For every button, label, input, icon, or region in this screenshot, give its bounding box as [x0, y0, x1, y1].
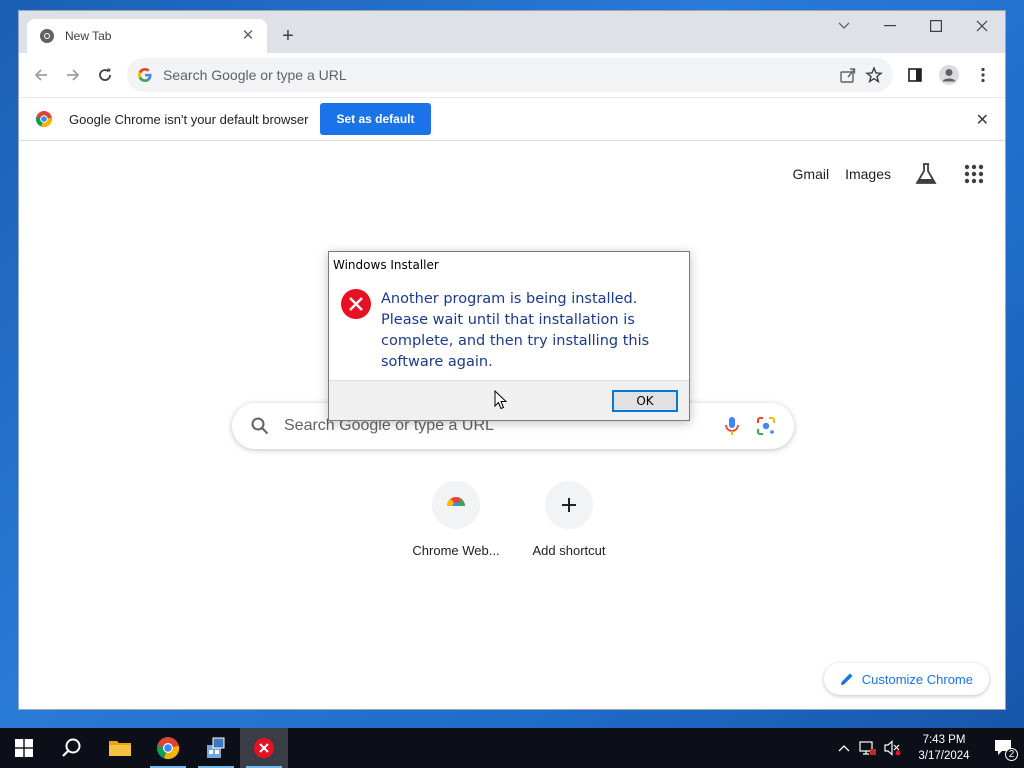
back-button[interactable] [25, 59, 57, 91]
kebab-menu-icon [981, 67, 985, 83]
notification-count: 2 [1005, 748, 1018, 761]
clock-date: 3/17/2024 [918, 750, 970, 762]
profile-avatar-icon [939, 65, 959, 85]
tab-new-tab[interactable]: New Tab ✕ [27, 19, 267, 53]
chevron-up-icon [838, 745, 850, 752]
infobar-message: Google Chrome isn't your default browser [69, 111, 309, 127]
customize-chrome-button[interactable]: Customize Chrome [823, 663, 989, 695]
action-center-button[interactable]: 2 [984, 728, 1024, 768]
search-icon [62, 738, 81, 757]
taskbar-file-explorer[interactable] [96, 728, 144, 768]
chrome-logo-icon [156, 737, 180, 760]
search-icon [251, 417, 269, 435]
system-tray: 7:43 PM 3/17/2024 2 [832, 728, 1024, 768]
images-link[interactable]: Images [845, 166, 891, 182]
start-button[interactable] [0, 728, 48, 768]
installer-icon [207, 737, 225, 758]
omnibox-placeholder: Search Google or type a URL [163, 67, 347, 83]
plus-icon [562, 498, 576, 512]
taskbar-installer-error[interactable] [240, 728, 288, 768]
infobar-close-icon[interactable]: ✕ [976, 110, 989, 130]
dialog-message: Another program is being installed. Plea… [381, 291, 650, 370]
apps-grid-icon[interactable] [963, 163, 985, 185]
tab-search-icon[interactable] [821, 11, 867, 41]
shortcut-add[interactable]: Add shortcut [513, 481, 625, 558]
omnibox[interactable]: Search Google or type a URL [127, 58, 893, 92]
labs-flask-icon[interactable] [913, 161, 939, 187]
profile-button[interactable] [933, 59, 965, 91]
share-icon[interactable] [839, 66, 857, 84]
tab-close-icon[interactable]: ✕ [239, 27, 257, 45]
windows-installer-dialog: Windows Installer Another program is bei… [328, 251, 690, 421]
default-browser-infobar: Google Chrome isn't your default browser… [19, 97, 1005, 141]
toolbar: Search Google or type a URL [19, 53, 1005, 97]
error-icon [341, 289, 371, 319]
maximize-button[interactable] [913, 11, 959, 41]
chrome-logo-icon [35, 111, 52, 127]
show-hidden-icons[interactable] [832, 728, 856, 768]
menu-button[interactable] [967, 59, 999, 91]
bookmark-star-icon[interactable] [865, 66, 883, 84]
shortcut-label: Add shortcut [532, 543, 606, 558]
customize-chrome-label: Customize Chrome [861, 671, 973, 687]
folder-icon [109, 741, 131, 756]
tab-title: New Tab [65, 29, 112, 43]
voice-search-icon[interactable] [722, 415, 742, 437]
volume-tray[interactable] [880, 728, 904, 768]
forward-arrow-icon [67, 69, 80, 81]
tab-strip: New Tab ✕ + [19, 11, 1005, 53]
forward-button[interactable] [57, 59, 89, 91]
windows-logo-icon [15, 739, 33, 757]
shortcut-chrome-web-store[interactable]: Chrome Web... [400, 481, 512, 558]
clock-time: 7:43 PM [922, 734, 966, 746]
chrome-web-store-icon [447, 497, 465, 512]
google-g-icon [138, 68, 152, 82]
ntp-header-links: Gmail Images [793, 161, 985, 187]
taskbar-search-button[interactable] [48, 728, 96, 768]
taskbar: 7:43 PM 3/17/2024 2 [0, 728, 1024, 768]
error-icon [254, 738, 274, 758]
new-tab-button[interactable]: + [275, 24, 301, 50]
network-icon [859, 741, 876, 755]
set-as-default-button[interactable]: Set as default [320, 103, 431, 135]
back-arrow-icon [34, 69, 47, 81]
mouse-cursor-icon [494, 390, 508, 410]
volume-muted-icon [884, 740, 901, 756]
shortcut-tile [432, 481, 480, 529]
network-tray[interactable] [856, 728, 880, 768]
gmail-link[interactable]: Gmail [793, 166, 830, 182]
close-window-button[interactable] [959, 11, 1005, 41]
clock[interactable]: 7:43 PM 3/17/2024 [904, 732, 984, 764]
shortcut-label: Chrome Web... [412, 543, 500, 558]
dialog-title: Windows Installer [333, 258, 439, 272]
taskbar-chrome[interactable] [144, 728, 192, 768]
ok-button[interactable]: OK [612, 390, 678, 412]
pencil-icon [840, 673, 853, 685]
side-panel-icon [908, 68, 922, 82]
dialog-footer: OK [329, 380, 689, 420]
reload-button[interactable] [89, 59, 121, 91]
window-controls [821, 11, 1005, 41]
minimize-button[interactable] [867, 11, 913, 41]
side-panel-button[interactable] [899, 59, 931, 91]
taskbar-installer[interactable] [192, 728, 240, 768]
shortcut-tile [545, 481, 593, 529]
reload-icon [99, 68, 111, 81]
chrome-icon [40, 29, 54, 43]
lens-search-icon[interactable] [756, 416, 776, 436]
